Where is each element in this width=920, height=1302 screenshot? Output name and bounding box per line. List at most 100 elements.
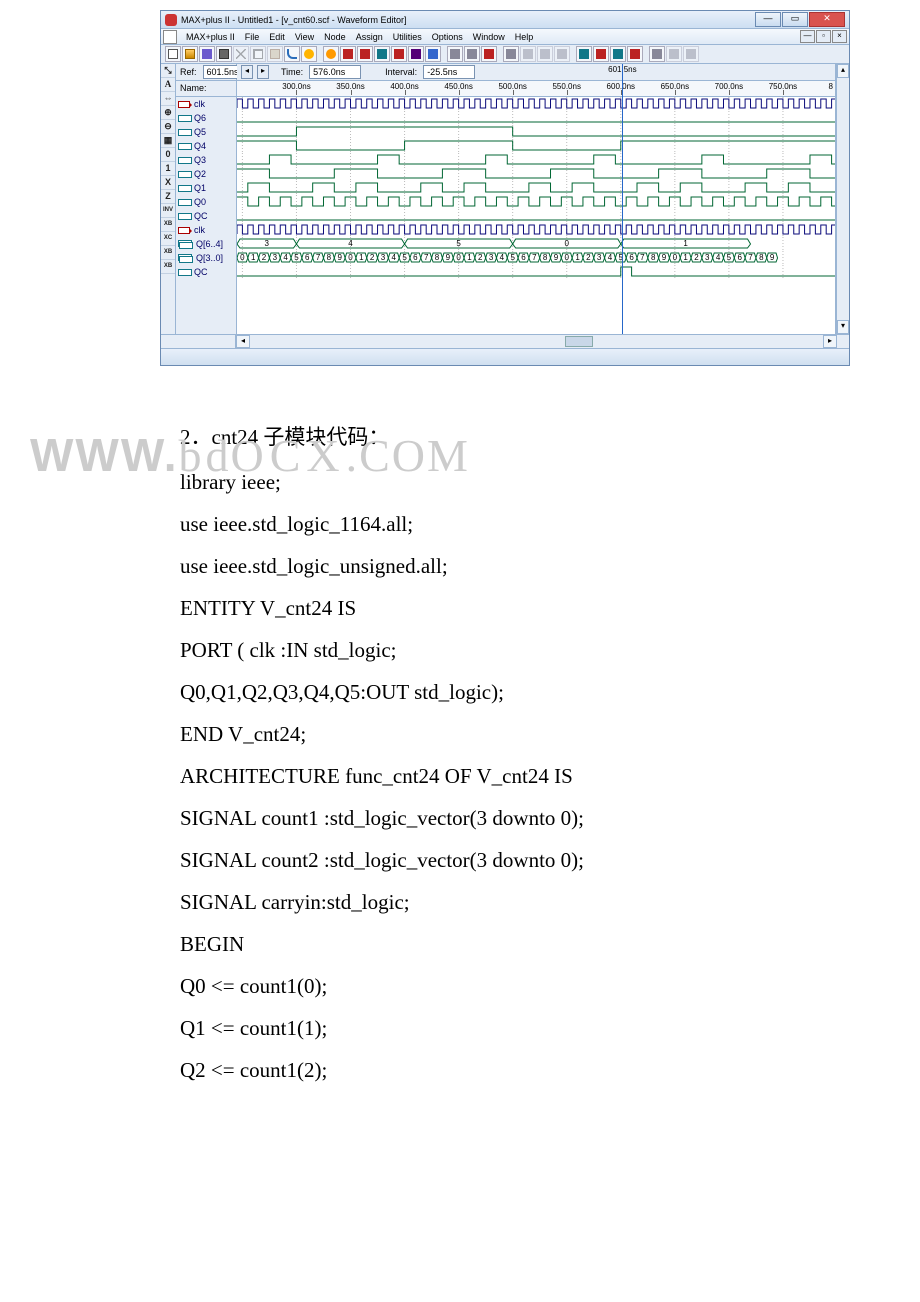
signal-row[interactable]: Q4 — [176, 139, 236, 153]
side-tool[interactable]: ⇔ — [161, 92, 175, 106]
signal-row[interactable]: Q[3..0] — [176, 251, 236, 265]
svg-text:3: 3 — [273, 253, 278, 262]
horizontal-scrollbar[interactable]: ◂ ▸ — [161, 334, 849, 348]
side-tool[interactable]: XB — [161, 246, 175, 260]
signal-row[interactable]: Q[6..4] — [176, 237, 236, 251]
tool-icon[interactable] — [340, 46, 356, 62]
signal-row[interactable]: clk — [176, 97, 236, 111]
side-tool[interactable]: XC — [161, 232, 175, 246]
tool-icon[interactable] — [627, 46, 643, 62]
svg-text:4: 4 — [500, 253, 505, 262]
svg-text:8: 8 — [435, 253, 440, 262]
new-icon[interactable] — [165, 46, 181, 62]
signal-name: Q0 — [194, 197, 206, 207]
side-tool-high[interactable]: 1 — [161, 162, 175, 176]
side-tool[interactable]: A — [161, 78, 175, 92]
svg-text:5: 5 — [402, 253, 407, 262]
side-tool-z[interactable]: Z — [161, 190, 175, 204]
tool-icon[interactable] — [593, 46, 609, 62]
side-tool-fit-icon[interactable]: ▦ — [161, 134, 175, 148]
menu[interactable]: View — [290, 32, 319, 42]
side-tool-zoom-out-icon[interactable]: ⊖ — [161, 120, 175, 134]
ref-label: Ref: — [178, 67, 199, 77]
tool-icon[interactable] — [408, 46, 424, 62]
signal-name: QC — [194, 211, 208, 221]
code-line: BEGIN — [180, 923, 860, 965]
svg-text:9: 9 — [554, 253, 559, 262]
menu[interactable]: File — [240, 32, 265, 42]
scroll-down-icon[interactable]: ▾ — [837, 320, 849, 334]
mdi-close[interactable]: × — [832, 30, 847, 43]
signal-row[interactable]: Q3 — [176, 153, 236, 167]
side-tool-low[interactable]: 0 — [161, 148, 175, 162]
signal-row[interactable]: Q5 — [176, 125, 236, 139]
side-tool[interactable]: XB — [161, 260, 175, 274]
name-header: Name: — [176, 81, 236, 97]
vertical-scrollbar[interactable]: ▴ ▾ — [836, 64, 849, 334]
scroll-up-icon[interactable]: ▴ — [837, 64, 849, 78]
hscroll-thumb[interactable] — [565, 336, 593, 347]
signal-row[interactable]: Q1 — [176, 181, 236, 195]
minimize-button[interactable]: — — [755, 12, 781, 27]
output-pin-icon — [178, 114, 192, 122]
signal-row[interactable]: QC — [176, 209, 236, 223]
hscroll-left-icon[interactable]: ◂ — [236, 335, 250, 348]
signal-name-column: Ref: 601.5ns Name: clkQ6Q5Q4Q3Q2Q1Q0QCcl… — [176, 64, 237, 334]
print-icon[interactable] — [216, 46, 232, 62]
menu[interactable]: MAX+plus II — [181, 32, 240, 42]
side-tool-inv[interactable]: INV — [161, 204, 175, 218]
scroll-right-icon[interactable]: ▸ — [257, 65, 269, 79]
side-tool[interactable]: XB — [161, 218, 175, 232]
signal-row[interactable]: Q6 — [176, 111, 236, 125]
scroll-left-icon[interactable]: ◂ — [241, 65, 253, 79]
title-bar[interactable]: MAX+plus II - Untitled1 - [v_cnt60.scf -… — [161, 11, 849, 29]
signal-row[interactable]: QC — [176, 265, 236, 279]
side-tool-zoom-in-icon[interactable]: ⊕ — [161, 106, 175, 120]
code-line: ARCHITECTURE func_cnt24 OF V_cnt24 IS — [180, 755, 860, 797]
menu[interactable]: Options — [427, 32, 468, 42]
tool-icon[interactable] — [610, 46, 626, 62]
tool-icon[interactable] — [374, 46, 390, 62]
tool-icon[interactable] — [425, 46, 441, 62]
signal-row[interactable]: Q0 — [176, 195, 236, 209]
menu[interactable]: Utilities — [388, 32, 427, 42]
signal-row[interactable]: Q2 — [176, 167, 236, 181]
undo-icon[interactable] — [284, 46, 300, 62]
menu[interactable]: Window — [468, 32, 510, 42]
close-button[interactable]: ✕ — [809, 12, 845, 27]
cursor-line[interactable] — [622, 64, 623, 334]
code-line: library ieee; — [180, 461, 860, 503]
side-tool-x[interactable]: X — [161, 176, 175, 190]
svg-text:0: 0 — [565, 239, 570, 248]
tool-icon[interactable] — [481, 46, 497, 62]
code-line: ENTITY V_cnt24 IS — [180, 587, 860, 629]
save-icon[interactable] — [199, 46, 215, 62]
svg-text:3: 3 — [705, 253, 710, 262]
maximize-button[interactable]: ▭ — [782, 12, 808, 27]
menu[interactable]: Edit — [264, 32, 290, 42]
svg-text:7: 7 — [532, 253, 537, 262]
tool-icon[interactable] — [464, 46, 480, 62]
menu[interactable]: Help — [510, 32, 539, 42]
waveform-area[interactable]: ◂ ▸ Time: 576.0ns Interval: -25.5ns 601.… — [237, 64, 836, 334]
tool-icon[interactable] — [447, 46, 463, 62]
time-input[interactable]: 576.0ns — [309, 65, 361, 79]
tool-icon[interactable] — [503, 46, 519, 62]
signal-row[interactable]: clk — [176, 223, 236, 237]
tool-icon[interactable] — [391, 46, 407, 62]
tool-icon[interactable] — [323, 46, 339, 62]
window-title: MAX+plus II - Untitled1 - [v_cnt60.scf -… — [181, 15, 755, 25]
menu[interactable]: Node — [319, 32, 351, 42]
tool-icon[interactable] — [649, 46, 665, 62]
code-line: SIGNAL count2 :std_logic_vector(3 downto… — [180, 839, 860, 881]
open-icon[interactable] — [182, 46, 198, 62]
mdi-min[interactable]: — — [800, 30, 815, 43]
help-icon[interactable] — [301, 46, 317, 62]
menu[interactable]: Assign — [351, 32, 388, 42]
code-line: Q2 <= count1(2); — [180, 1049, 860, 1091]
side-tool[interactable]: ⤡ — [161, 64, 175, 78]
tool-icon[interactable] — [357, 46, 373, 62]
hscroll-right-icon[interactable]: ▸ — [823, 335, 837, 348]
tool-icon[interactable] — [576, 46, 592, 62]
mdi-max[interactable]: ▫ — [816, 30, 831, 43]
